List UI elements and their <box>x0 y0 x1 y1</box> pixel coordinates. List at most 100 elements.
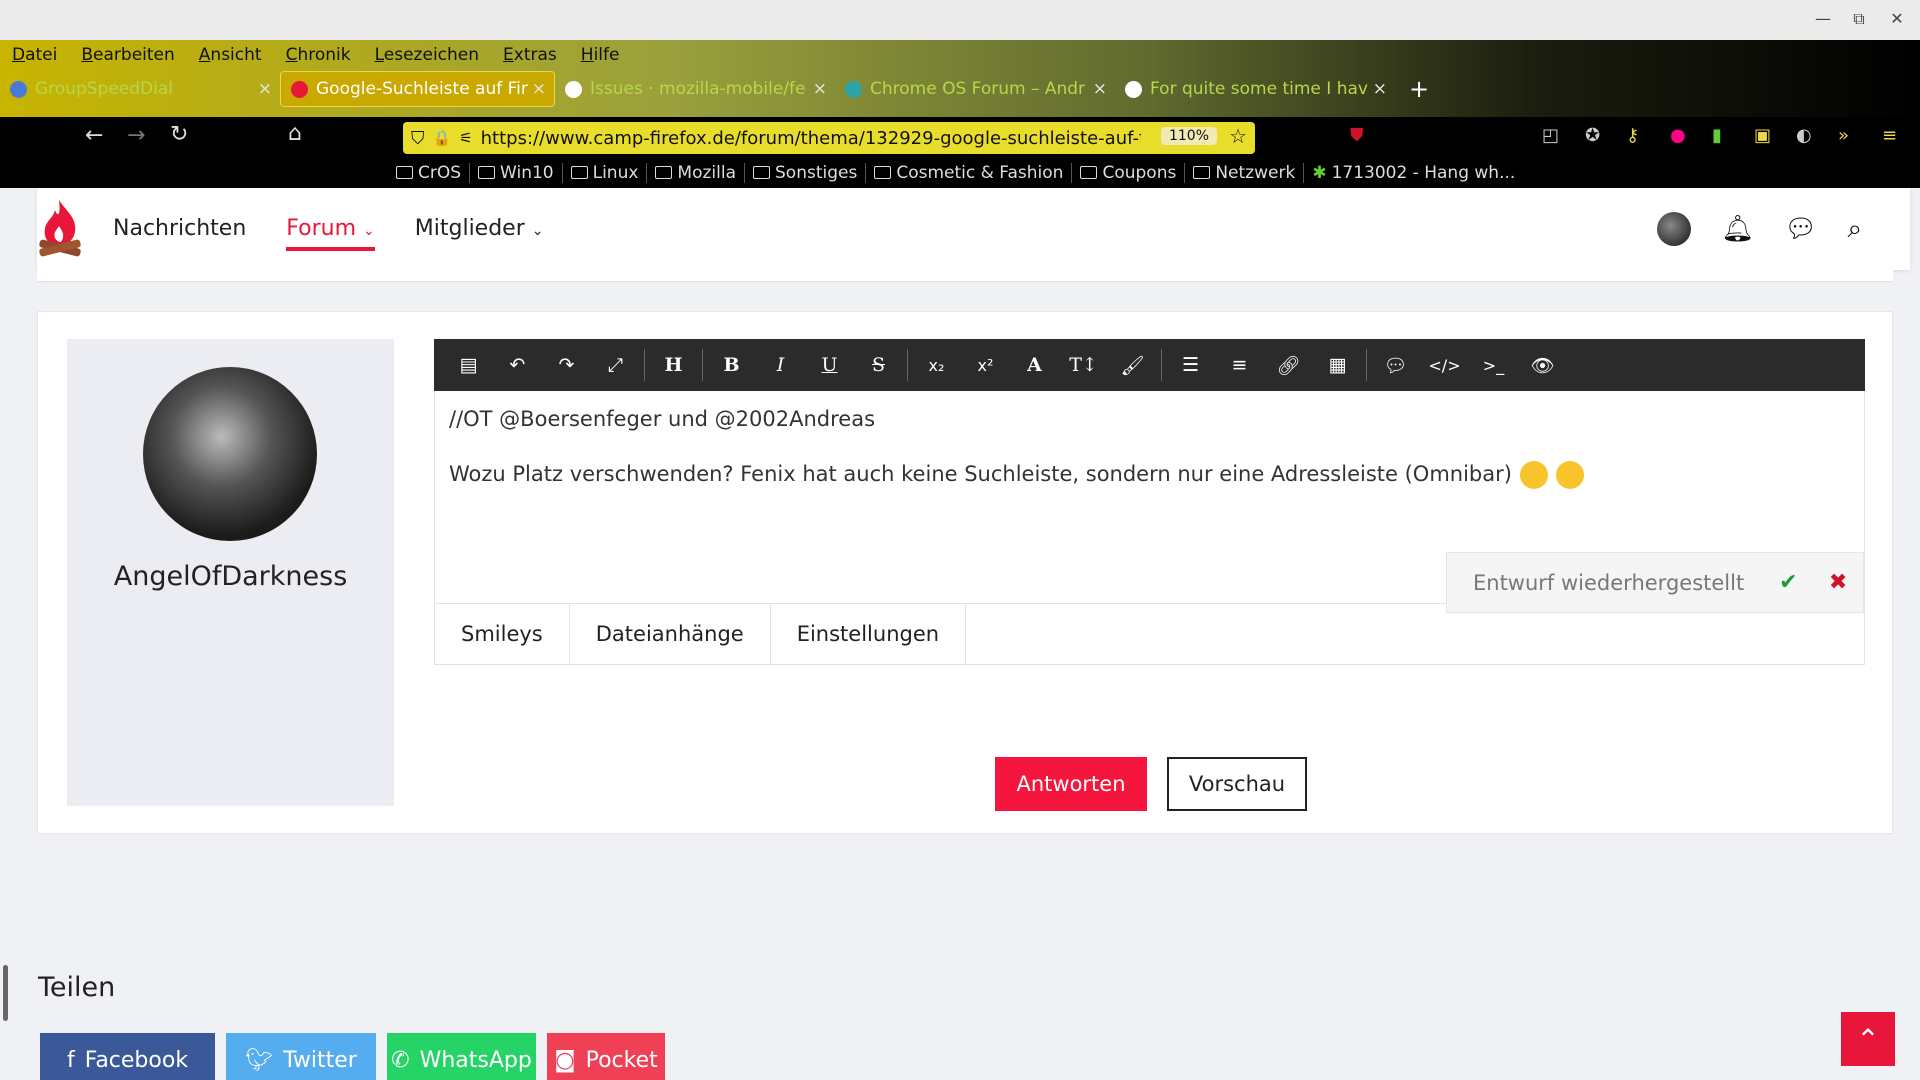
share-whatsapp-button[interactable]: ✆ WhatsApp <box>387 1033 536 1080</box>
tab-close-icon[interactable]: × <box>813 79 827 99</box>
heading-button[interactable]: H <box>649 354 698 376</box>
italic-button[interactable]: I <box>756 354 805 376</box>
menu-ansicht[interactable]: Ansicht <box>199 45 262 65</box>
close-window-button[interactable]: ✕ <box>1886 8 1908 30</box>
bookmark-folder-cosmetic[interactable]: Cosmetic & Fashion <box>866 162 1073 183</box>
tab-smileys[interactable]: Smileys <box>435 604 570 664</box>
menu-datei[interactable]: Datei <box>12 45 57 65</box>
maximize-button[interactable]: ⧉ <box>1848 8 1870 30</box>
bold-button[interactable]: B <box>707 354 756 376</box>
table-icon[interactable]: ▦ <box>1313 354 1362 376</box>
editor-content[interactable]: //OT @Boersenfeger und @2002Andreas Wozu… <box>434 391 1865 613</box>
menu-hilfe[interactable]: Hilfe <box>581 45 620 65</box>
power-extension-icon[interactable]: ◐ <box>1796 125 1812 146</box>
permissions-icon[interactable]: ⚟ <box>459 129 472 147</box>
checkmark-icon[interactable]: ✔ <box>1764 570 1814 595</box>
home-icon[interactable]: ⌂ <box>288 121 302 146</box>
font-size-icon[interactable]: T↕ <box>1059 354 1108 376</box>
nav-nachrichten[interactable]: Nachrichten <box>113 216 246 251</box>
bookmark-folder-sonstiges[interactable]: Sonstiges <box>745 162 867 183</box>
forward-arrow-icon[interactable]: → <box>127 123 145 148</box>
bookmark-label: 1713002 - Hang wh... <box>1331 162 1516 183</box>
strikethrough-button[interactable]: S <box>854 354 903 376</box>
lock-icon[interactable]: 🔒 <box>433 129 452 147</box>
screenshot-extension-icon[interactable]: ▣ <box>1754 125 1771 146</box>
share-facebook-button[interactable]: f Facebook <box>40 1033 215 1080</box>
tab-attachments[interactable]: Dateianhänge <box>570 604 771 664</box>
reader-extension-icon[interactable]: ▮ <box>1712 125 1722 146</box>
tab-close-icon[interactable]: × <box>1093 79 1107 99</box>
tab-issues[interactable]: Issues · mozilla-mobile/fe × <box>555 71 835 107</box>
scroll-to-top-button[interactable]: ⌃ <box>1841 1012 1895 1066</box>
new-tab-button[interactable]: + <box>1409 75 1429 103</box>
bookmark-folder-coupons[interactable]: Coupons <box>1072 162 1186 183</box>
inline-code-icon[interactable]: >_ <box>1469 356 1518 375</box>
tab-chrome-os-forum[interactable]: Chrome OS Forum – Andr × <box>835 71 1115 107</box>
back-arrow-icon[interactable]: ← <box>85 123 103 148</box>
user-avatar[interactable] <box>1657 212 1692 246</box>
tab-groupspeeddial[interactable]: GroupSpeedDial × <box>0 71 280 107</box>
preview-button[interactable]: Vorschau <box>1167 757 1307 811</box>
overflow-chevron-icon[interactable]: » <box>1838 125 1849 146</box>
redo-icon[interactable]: ↷ <box>542 354 591 376</box>
menu-lesezeichen[interactable]: Lesezeichen <box>375 45 479 65</box>
tab-for-quite-some-time[interactable]: For quite some time I hav × <box>1115 71 1395 107</box>
bookmark-star-icon[interactable]: ☆ <box>1229 124 1247 148</box>
hamburger-menu-icon[interactable]: ≡ <box>1882 125 1897 146</box>
quote-icon[interactable]: 💬︎ <box>1371 354 1420 377</box>
list-icon[interactable]: ☰ <box>1166 354 1215 376</box>
key-extension-icon[interactable]: ⚷ <box>1626 125 1639 146</box>
menu-extras[interactable]: Extras <box>503 45 557 65</box>
spoiler-icon[interactable]: 👁︎ <box>1518 354 1567 377</box>
bookmark-folder-linux[interactable]: Linux <box>563 162 648 183</box>
bookmark-bugzilla[interactable]: ✱ 1713002 - Hang wh... <box>1304 163 1523 183</box>
undo-icon[interactable]: ↶ <box>493 354 542 376</box>
discard-x-icon[interactable]: ✖ <box>1813 570 1863 595</box>
chrome-os-favicon-icon <box>845 80 862 98</box>
font-family-icon[interactable]: A <box>1010 354 1059 376</box>
pocket-extension-icon[interactable]: ◰ <box>1542 125 1559 146</box>
author-avatar[interactable] <box>143 367 317 541</box>
superscript-icon[interactable]: x² <box>961 356 1010 375</box>
tab-close-icon[interactable]: × <box>532 79 546 99</box>
subscript-icon[interactable]: x₂ <box>912 356 961 375</box>
bookmark-folder-cros[interactable]: CrOS <box>388 162 471 183</box>
align-icon[interactable]: ≡ <box>1215 354 1264 376</box>
bookmark-folder-netzwerk[interactable]: Netzwerk <box>1185 162 1305 183</box>
shield-icon[interactable]: ⛉ <box>411 128 425 149</box>
nav-mitglieder[interactable]: Mitglieder ⌄ <box>415 216 544 251</box>
menu-bearbeiten[interactable]: Bearbeiten <box>81 45 174 65</box>
extension-icon[interactable]: ✪ <box>1585 125 1600 146</box>
link-icon[interactable]: 🔗︎ <box>1264 354 1313 377</box>
bell-icon[interactable]: 🔔︎ <box>1721 214 1754 244</box>
search-icon[interactable]: ⌕ <box>1847 214 1862 245</box>
tab-settings[interactable]: Einstellungen <box>771 604 967 664</box>
conversations-icon[interactable]: 💬︎ <box>1784 214 1817 244</box>
code-icon[interactable]: </> <box>1420 356 1469 375</box>
ublock-extension-icon[interactable]: ⛊ <box>1350 125 1364 146</box>
minimize-button[interactable]: — <box>1812 8 1834 30</box>
reply-button[interactable]: Antworten <box>995 757 1147 811</box>
underline-button[interactable]: U <box>805 354 854 376</box>
draft-restored-notice: Entwurf wiederhergestellt ✔ ✖ <box>1446 552 1864 613</box>
bookmark-folder-win10[interactable]: Win10 <box>470 162 563 183</box>
text-color-brush-icon[interactable]: 🖌︎ <box>1108 354 1157 377</box>
share-pocket-button[interactable]: ◙ Pocket <box>547 1033 665 1080</box>
zoom-level[interactable]: 110% <box>1160 127 1217 145</box>
fullscreen-icon[interactable]: ⤢ <box>591 354 640 376</box>
url-bar[interactable]: ⛉ 🔒 ⚟ https://www.camp-firefox.de/forum/… <box>403 122 1255 154</box>
page-scrollbar[interactable] <box>3 965 8 1021</box>
tab-close-icon[interactable]: × <box>1373 79 1387 99</box>
reload-icon[interactable]: ↻ <box>170 122 188 147</box>
author-username[interactable]: AngelOfDarkness <box>67 561 394 592</box>
tab-google-suchleiste[interactable]: Google-Suchleiste auf Fir × <box>280 71 555 107</box>
tab-close-icon[interactable]: × <box>258 79 272 99</box>
source-code-icon[interactable]: ▤ <box>444 354 493 376</box>
bookmark-folder-mozilla[interactable]: Mozilla <box>647 162 746 183</box>
menu-chronik[interactable]: Chronik <box>286 45 351 65</box>
camp-firefox-logo-icon[interactable] <box>37 196 83 262</box>
share-twitter-button[interactable]: 🐦︎ Twitter <box>226 1033 376 1080</box>
nav-forum[interactable]: Forum ⌄ <box>286 216 375 251</box>
mouse-extension-icon[interactable]: ● <box>1670 125 1686 146</box>
url-text[interactable]: https://www.camp-firefox.de/forum/thema/… <box>481 128 1141 149</box>
